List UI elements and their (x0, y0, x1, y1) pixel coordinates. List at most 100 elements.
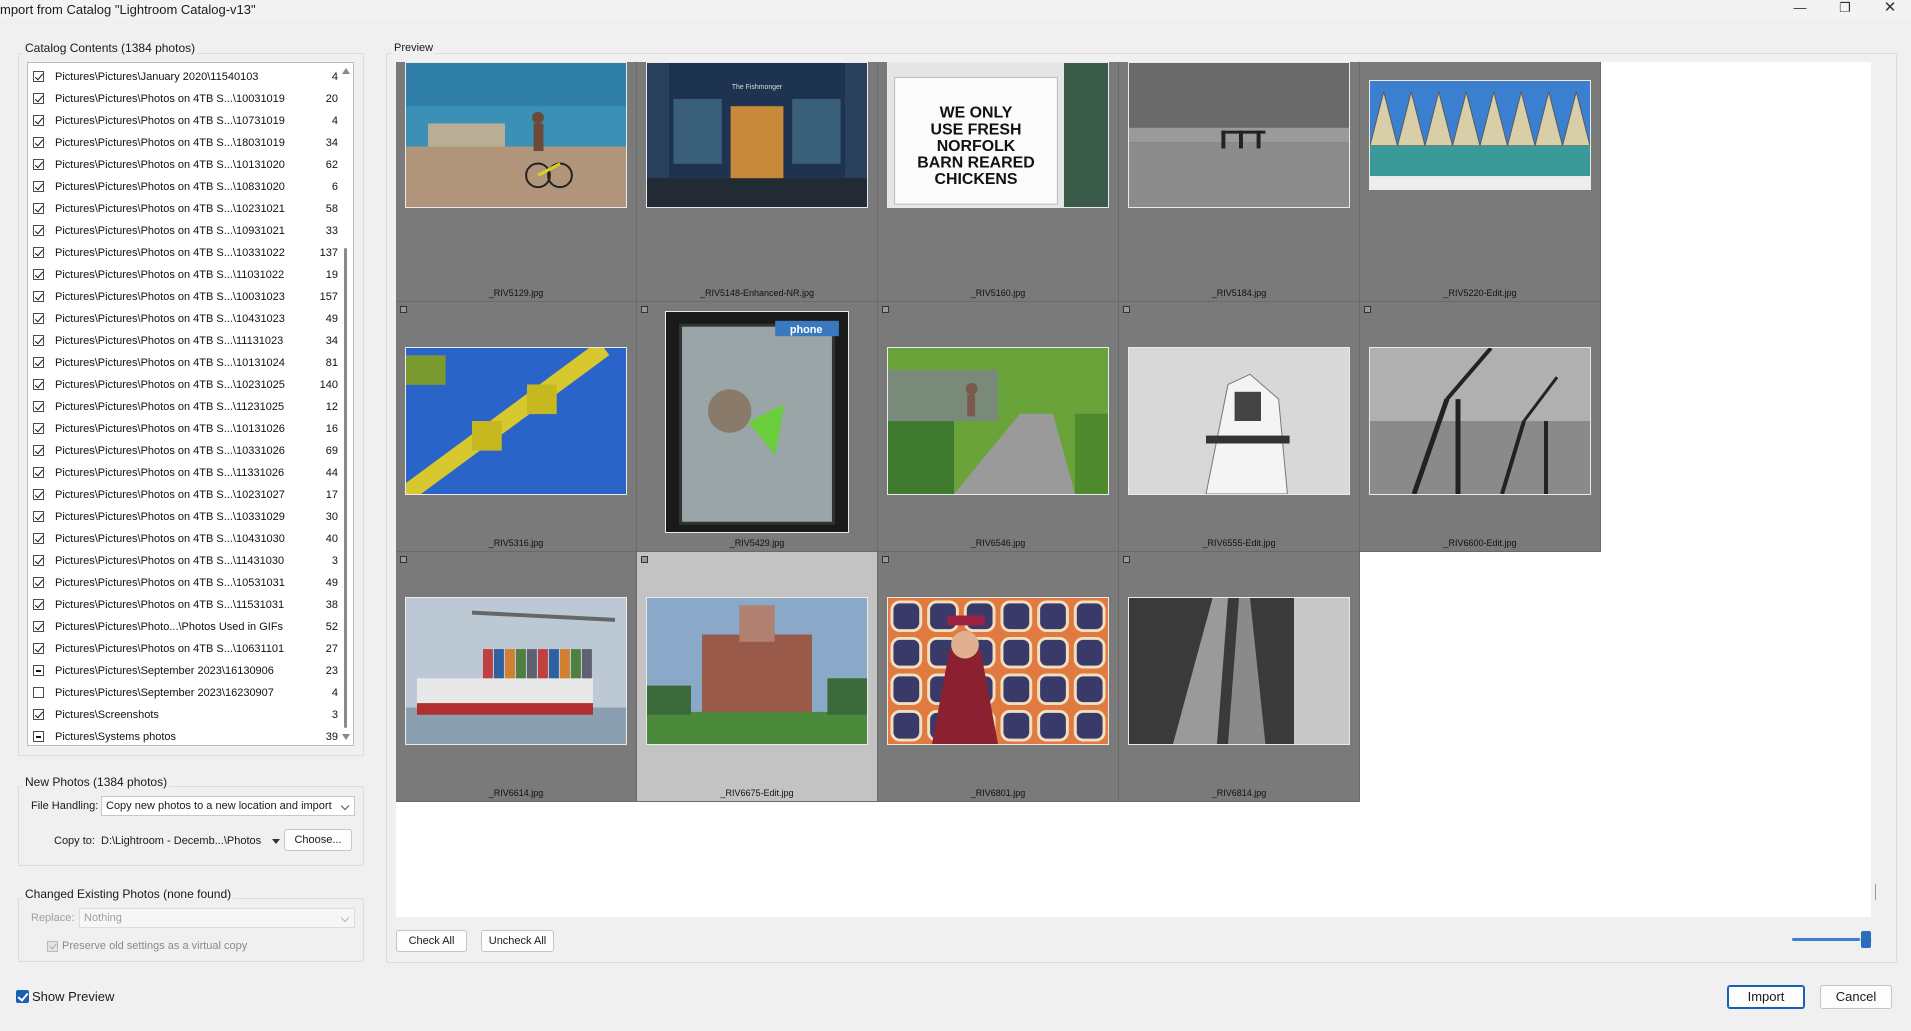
folder-checkbox[interactable] (33, 577, 44, 588)
photo-image[interactable] (1128, 597, 1350, 745)
folder-checkbox[interactable] (33, 709, 44, 720)
list-item[interactable]: Pictures\Pictures\Photos on 4TB S...\103… (28, 242, 338, 264)
catalog-list-scrollbar[interactable] (340, 64, 352, 744)
photo-image[interactable] (1369, 347, 1591, 495)
photo-thumbnail-cell[interactable]: _RIV6614.jpg (396, 552, 637, 802)
folder-checkbox[interactable] (33, 489, 44, 500)
folder-checkbox[interactable] (33, 93, 44, 104)
copy-to-path[interactable]: D:\Lightroom - Decemb...\Photos (101, 835, 281, 847)
folder-checkbox[interactable] (33, 181, 44, 192)
folder-checkbox[interactable] (33, 731, 44, 742)
list-item[interactable]: Pictures\Pictures\Photos on 4TB S...\104… (28, 528, 338, 550)
list-item[interactable]: Pictures\Pictures\Photos on 4TB S...\108… (28, 176, 338, 198)
folder-checkbox[interactable] (33, 203, 44, 214)
list-item[interactable]: Pictures\Pictures\Photos on 4TB S...\103… (28, 506, 338, 528)
photo-thumbnail-cell[interactable]: _RIV6814.jpg (1119, 552, 1360, 802)
list-item[interactable]: Pictures\Pictures\Photos on 4TB S...\100… (28, 88, 338, 110)
slider-handle[interactable] (1861, 931, 1871, 948)
photo-thumbnail-cell[interactable]: _RIV6555-Edit.jpg (1119, 302, 1360, 552)
close-button[interactable]: ✕ (1870, 0, 1910, 18)
list-item[interactable]: Pictures\Pictures\Photos on 4TB S...\102… (28, 374, 338, 396)
maximize-button[interactable]: ❐ (1825, 0, 1865, 18)
list-item[interactable]: Pictures\Pictures\Photos on 4TB S...\107… (28, 110, 338, 132)
scroll-up-arrow-icon[interactable] (342, 68, 350, 74)
scroll-down-arrow-icon[interactable] (342, 734, 350, 740)
list-item[interactable]: Pictures\Pictures\Photos on 4TB S...\111… (28, 330, 338, 352)
photo-image[interactable]: The Fishmonger (646, 62, 868, 208)
folder-checkbox[interactable] (33, 115, 44, 126)
folder-checkbox[interactable] (33, 137, 44, 148)
photo-thumbnail-cell[interactable]: WE ONLY USE FRESH NORFOLK BARN REARED CHICKE… (878, 62, 1119, 302)
photo-image[interactable] (646, 597, 868, 745)
file-handling-select[interactable]: Copy new photos to a new location and im… (101, 796, 355, 816)
import-button[interactable]: Import (1727, 985, 1805, 1009)
folder-checkbox[interactable] (33, 599, 44, 610)
list-item[interactable]: Pictures\Pictures\January 2020\11540103 4 (28, 66, 338, 88)
folder-checkbox[interactable] (33, 335, 44, 346)
list-item[interactable]: Pictures\Pictures\Photos on 4TB S...\101… (28, 154, 338, 176)
folder-checkbox[interactable] (33, 665, 44, 676)
photo-thumbnail-cell[interactable]: _RIV6801.jpg (878, 552, 1119, 802)
list-item[interactable]: Pictures\Pictures\Photos on 4TB S...\113… (28, 462, 338, 484)
list-item[interactable]: Pictures\Pictures\Photos on 4TB S...\101… (28, 352, 338, 374)
photo-thumbnail-cell[interactable]: _RIV5184.jpg (1119, 62, 1360, 302)
check-all-button[interactable]: Check All (396, 930, 467, 952)
photo-checkbox[interactable] (641, 556, 648, 563)
copy-to-dropdown-icon[interactable] (272, 838, 281, 844)
list-item[interactable]: Pictures\Pictures\Photos on 4TB S...\115… (28, 594, 338, 616)
replace-select[interactable]: Nothing (79, 908, 355, 928)
folder-checkbox[interactable] (33, 423, 44, 434)
list-item[interactable]: Pictures\Systems photos 39 (28, 726, 338, 745)
list-item[interactable]: Pictures\Pictures\Photos on 4TB S...\109… (28, 220, 338, 242)
photo-image[interactable] (1128, 62, 1350, 208)
photo-thumbnail-cell[interactable]: _RIV6546.jpg (878, 302, 1119, 552)
list-item[interactable]: Pictures\Pictures\Photos on 4TB S...\102… (28, 484, 338, 506)
photo-thumbnail-cell[interactable]: _RIV5220-Edit.jpg (1360, 62, 1601, 302)
photo-thumbnail-cell[interactable]: _RIV6600-Edit.jpg (1360, 302, 1601, 552)
list-item[interactable]: Pictures\Pictures\Photos on 4TB S...\101… (28, 418, 338, 440)
list-item[interactable]: Pictures\Screenshots 3 (28, 704, 338, 726)
thumbnail-size-slider[interactable] (1792, 938, 1872, 941)
folder-checkbox[interactable] (33, 225, 44, 236)
catalog-folder-list[interactable]: Pictures\Pictures\January 2020\11540103 4… (27, 62, 354, 746)
photo-image[interactable] (405, 597, 627, 745)
list-item[interactable]: Pictures\Pictures\September 2023\1623090… (28, 682, 338, 704)
folder-checkbox[interactable] (33, 621, 44, 632)
list-item[interactable]: Pictures\Pictures\Photos on 4TB S...\106… (28, 638, 338, 660)
photo-image[interactable] (1128, 347, 1350, 495)
photo-checkbox[interactable] (1364, 306, 1371, 313)
list-item[interactable]: Pictures\Pictures\Photos on 4TB S...\105… (28, 572, 338, 594)
photo-checkbox[interactable] (400, 556, 407, 563)
photo-image[interactable] (405, 62, 627, 208)
photo-image[interactable] (1369, 80, 1591, 190)
photo-checkbox[interactable] (641, 306, 648, 313)
folder-checkbox[interactable] (33, 511, 44, 522)
folder-checkbox[interactable] (33, 313, 44, 324)
preserve-virtual-copy-checkbox[interactable] (47, 941, 58, 952)
photo-checkbox[interactable] (882, 556, 889, 563)
photo-checkbox[interactable] (882, 306, 889, 313)
folder-checkbox[interactable] (33, 159, 44, 170)
photo-checkbox[interactable] (1123, 306, 1130, 313)
list-item[interactable]: Pictures\Pictures\Photos on 4TB S...\102… (28, 198, 338, 220)
photo-image[interactable] (887, 347, 1109, 495)
minimize-button[interactable]: — (1780, 0, 1820, 18)
folder-checkbox[interactable] (33, 401, 44, 412)
list-item[interactable]: Pictures\Pictures\Photos on 4TB S...\180… (28, 132, 338, 154)
photo-thumbnail-cell[interactable]: The Fishmonger _RIV5148-Enhanced-NR.jpg (637, 62, 878, 302)
folder-checkbox[interactable] (33, 379, 44, 390)
list-item[interactable]: Pictures\Pictures\September 2023\1613090… (28, 660, 338, 682)
list-item[interactable]: Pictures\Pictures\Photos on 4TB S...\103… (28, 440, 338, 462)
scrollbar-thumb[interactable] (344, 248, 347, 728)
folder-checkbox[interactable] (33, 687, 44, 698)
list-item[interactable]: Pictures\Pictures\Photo...\Photos Used i… (28, 616, 338, 638)
list-item[interactable]: Pictures\Pictures\Photos on 4TB S...\100… (28, 286, 338, 308)
folder-checkbox[interactable] (33, 467, 44, 478)
folder-checkbox[interactable] (33, 357, 44, 368)
photo-thumbnail-cell[interactable]: _RIV5129.jpg (396, 62, 637, 302)
preview-grid[interactable]: _RIV5129.jpg The Fishmonger _RIV5148-Enhan… (396, 62, 1871, 917)
choose-button[interactable]: Choose... (284, 829, 352, 851)
list-item[interactable]: Pictures\Pictures\Photos on 4TB S...\104… (28, 308, 338, 330)
folder-checkbox[interactable] (33, 269, 44, 280)
photo-thumbnail-cell[interactable]: phone _RIV5429.jpg (637, 302, 878, 552)
